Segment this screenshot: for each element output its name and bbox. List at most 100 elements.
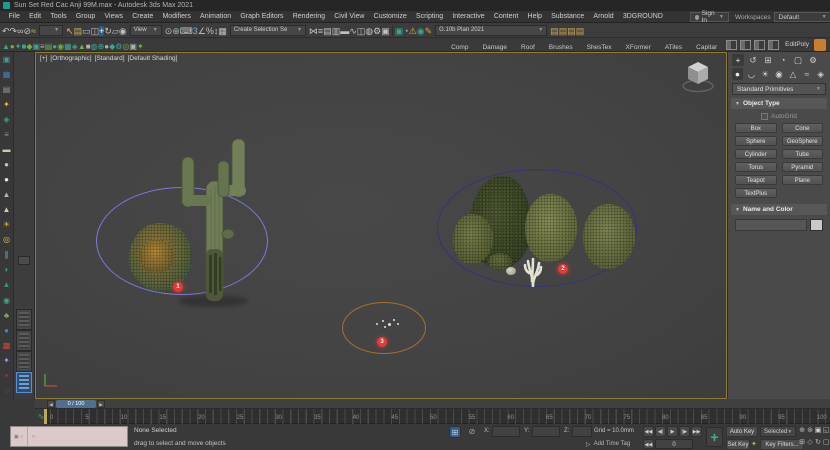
key-step-icon[interactable]: ◀◀ (643, 439, 654, 449)
cactus-model[interactable] (176, 131, 254, 303)
pebble-object[interactable] (397, 323, 399, 325)
menu-item[interactable]: Civil View (330, 13, 369, 20)
menu-item[interactable]: Group (71, 13, 100, 20)
script-button[interactable]: Brushes (542, 44, 580, 51)
state-set-icon[interactable]: ▤ (576, 26, 585, 36)
window-crossing-icon[interactable]: ◫ (91, 26, 100, 36)
leftbar-tool-icon[interactable]: ☀ (1, 219, 13, 231)
leftbar-tool-icon[interactable]: ◉ (1, 295, 13, 307)
menu-item[interactable]: Modifiers (158, 13, 196, 20)
viewport-label-part[interactable]: [Standard] (95, 55, 125, 62)
viewport-layout-icon[interactable] (740, 40, 751, 50)
material-editor-icon[interactable]: ◍ (365, 26, 373, 36)
track-bar[interactable]: ∿ 05101520253035404550556065707580859095… (35, 409, 830, 424)
field-of-view-icon[interactable]: ◇ (806, 437, 814, 449)
leftbar-tool-icon[interactable]: ◈ (1, 114, 13, 126)
object-name-input[interactable] (735, 219, 807, 231)
rect-selection-region-icon[interactable]: ▭ (82, 26, 91, 36)
menu-item[interactable]: File (4, 13, 24, 20)
angle-snap-icon[interactable]: ∠ (198, 26, 206, 36)
render-warning-icon[interactable]: ⚠ (409, 26, 417, 36)
pan-icon[interactable]: ⊞ (798, 437, 806, 449)
edit-named-selection-sets-icon[interactable]: ▦ (218, 26, 227, 36)
menu-item[interactable]: Help (523, 13, 547, 20)
next-frame-arrow[interactable]: ▶ (97, 400, 105, 408)
script-button[interactable]: ShesTex (580, 44, 619, 51)
editpoly-button[interactable]: EditPoly (780, 41, 814, 48)
script-tool-icon[interactable]: ✦ (137, 42, 144, 51)
bind-to-space-warp-icon[interactable]: ≈ (31, 26, 36, 36)
menu-item[interactable]: Edit (24, 13, 45, 20)
absolute-offset-toggle[interactable]: ⊞ (449, 426, 461, 438)
primitive-button[interactable]: Box (735, 123, 777, 133)
lights-category-icon[interactable]: ☀ (760, 68, 771, 80)
redo-icon[interactable]: ↷ (10, 26, 18, 36)
pebble-object[interactable] (382, 320, 384, 322)
shapes-category-icon[interactable]: ◡ (746, 68, 757, 80)
menu-item[interactable]: Interactive (448, 13, 489, 20)
current-frame-marker[interactable] (44, 409, 47, 424)
script-tool-icon[interactable]: ◍ (91, 42, 98, 51)
render-flyout-icon[interactable]: ▣ (395, 26, 404, 36)
leftbar-tool-icon[interactable]: ● (1, 174, 13, 186)
script-button[interactable]: Capitar (689, 44, 724, 51)
primitive-category-dropdown[interactable]: Standard Primitives▼ (732, 83, 826, 95)
menu-item[interactable]: Scripting (411, 13, 447, 20)
state-set-icon[interactable]: ▤ (559, 26, 568, 36)
selection-filter-dropdown[interactable]: ▼ (39, 25, 63, 36)
primitive-button[interactable]: Tube (782, 149, 824, 159)
leftbar-tool-icon[interactable]: ✦ (1, 99, 13, 111)
primitive-button[interactable]: Plane (782, 175, 824, 185)
primitive-button[interactable]: Sphere (735, 136, 777, 146)
shrub-model[interactable] (583, 204, 635, 269)
name-and-color-rollout[interactable]: ▼ Name and Color (731, 204, 827, 215)
civil-tools-icon[interactable]: ✎ (425, 26, 433, 36)
spacewarps-category-icon[interactable]: ≈ (801, 68, 812, 80)
utilities-tab-icon[interactable]: ⚙ (807, 54, 819, 66)
menu-item[interactable]: Graph Editors (236, 13, 288, 20)
reference-coordinate-dropdown[interactable]: View▼ (130, 25, 162, 36)
zoom-all-icon[interactable]: ⊛ (806, 425, 814, 437)
layout-tabs-button[interactable] (18, 256, 30, 265)
maxscript-mini-listener[interactable]: ▣ ○ □ (10, 426, 128, 447)
menu-item[interactable]: 3DGROUND (618, 13, 667, 20)
menu-item[interactable]: Animation (195, 13, 235, 20)
script-button[interactable]: Comp (444, 44, 475, 51)
go-to-end-icon[interactable]: ▶▶ (691, 426, 702, 437)
select-and-place-icon[interactable]: ◉ (119, 26, 127, 36)
script-tool-icon[interactable]: ▲ (78, 42, 86, 51)
zoom-extents-all-icon[interactable]: ◱ (822, 425, 830, 437)
y-field[interactable] (532, 426, 560, 437)
cameras-category-icon[interactable]: ◉ (774, 68, 785, 80)
white-cactus-model[interactable] (520, 251, 546, 287)
mirror-icon[interactable]: ⋈ (309, 26, 318, 36)
leftbar-tool-icon[interactable]: ≡ (1, 129, 13, 141)
z-field[interactable] (572, 426, 592, 437)
workspace-dropdown[interactable]: Default ▼ (774, 12, 830, 22)
script-tool-icon[interactable]: ▣ (129, 42, 137, 51)
current-frame-field[interactable]: 0 (655, 439, 693, 449)
add-button[interactable]: + (706, 427, 723, 447)
pebble-object[interactable] (384, 326, 386, 328)
menu-item[interactable]: Content (489, 13, 523, 20)
script-button[interactable]: Damage (475, 44, 514, 51)
state-set-icon[interactable]: ▤ (567, 26, 576, 36)
helpers-category-icon[interactable]: △ (787, 68, 798, 80)
percent-snap-icon[interactable]: % (206, 26, 214, 36)
menu-item[interactable]: Tools (46, 13, 72, 20)
viewport-layout-tab[interactable] (16, 351, 32, 372)
script-tool-icon[interactable]: ▣ (32, 42, 40, 51)
next-frame-icon[interactable]: |▶ (679, 426, 690, 437)
viewport-layout-tab[interactable] (16, 330, 32, 351)
render-production-icon[interactable]: ◉ (417, 26, 425, 36)
script-button[interactable]: XFormer (619, 44, 658, 51)
menu-item[interactable]: Create (128, 13, 158, 20)
viewport-layout-tab[interactable] (16, 372, 32, 393)
leftbar-tool-icon[interactable]: ▬ (1, 144, 13, 156)
select-object-icon[interactable]: ↖ (66, 26, 74, 36)
time-slider-handle[interactable]: 0 / 100 (56, 400, 96, 408)
pebble-object[interactable] (393, 319, 395, 321)
primitive-button[interactable]: Torus (735, 162, 777, 172)
primitive-button[interactable]: Pyramid (782, 162, 824, 172)
schematic-view-icon[interactable]: ◫ (357, 26, 366, 36)
